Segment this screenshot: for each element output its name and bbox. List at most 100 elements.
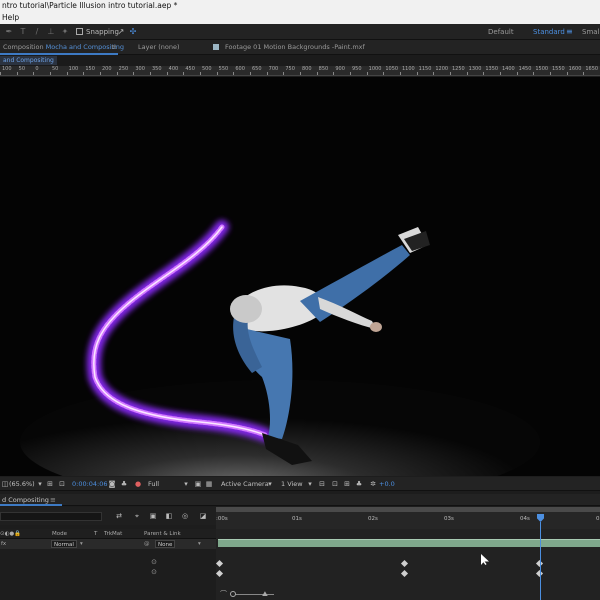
layer-search-input[interactable]: [0, 512, 102, 521]
tab-footage[interactable]: Footage 01 Motion Backgrounds -Paint.mxf: [225, 43, 365, 52]
zoom-in-icon[interactable]: ⛰: [262, 590, 268, 599]
parent-dropdown-icon[interactable]: ▾: [198, 540, 201, 548]
zoom-level[interactable]: (65.6%): [9, 479, 35, 489]
tab-layer[interactable]: Layer (none): [138, 43, 179, 52]
tab-composition-prefix: Composition: [3, 43, 44, 51]
work-area-bar[interactable]: [216, 507, 600, 512]
workspace-small[interactable]: Small: [582, 26, 600, 38]
layer-duration-bar[interactable]: [218, 539, 600, 547]
brush-tool-icon[interactable]: /: [32, 27, 42, 37]
ruler-tick: [450, 72, 451, 75]
color-channel-icon[interactable]: ●: [134, 480, 142, 488]
shy-layers-icon[interactable]: ▣: [148, 512, 158, 521]
puppet-tool-icon[interactable]: ✦: [60, 27, 70, 37]
safe-margins-icon[interactable]: ⊞: [46, 480, 54, 488]
parent-select[interactable]: None: [155, 540, 176, 548]
composition-mini-flowchart-icon[interactable]: ⇄: [114, 512, 124, 521]
ruler-tick: [350, 72, 351, 75]
ruler-label: 250: [118, 66, 129, 72]
frame-blending-icon[interactable]: ◧: [164, 512, 174, 521]
ruler-tick: [0, 72, 1, 75]
camera-dropdown-icon[interactable]: ▾: [266, 480, 274, 488]
motion-blur-icon[interactable]: ◎: [180, 512, 190, 521]
timeline-icon[interactable]: ⊞: [343, 480, 351, 488]
toggle-pixel-aspect-icon[interactable]: ⊟: [318, 480, 326, 488]
tab-composition[interactable]: Composition Mocha and Compositing: [3, 43, 124, 52]
zoom-slider-track[interactable]: [234, 594, 274, 595]
views-select[interactable]: 1 View: [281, 479, 303, 489]
menu-help[interactable]: Help: [2, 13, 19, 22]
region-of-interest-icon[interactable]: ▣: [194, 480, 202, 488]
composition-viewer[interactable]: [0, 77, 600, 476]
zoom-dropdown-icon[interactable]: ▾: [36, 480, 44, 488]
resolution-select[interactable]: Full: [148, 479, 159, 489]
viewer-frame: [0, 77, 600, 476]
stamp-tool-icon[interactable]: ⊥: [46, 27, 56, 37]
timeline-tabs: d Compositing ≡: [0, 494, 600, 506]
stopwatch-icon[interactable]: ⊙: [150, 558, 158, 566]
graph-editor-icon[interactable]: ◪: [198, 512, 208, 521]
composition-subtabs: and Compositing: [0, 55, 600, 66]
ruler-tick: [333, 72, 335, 75]
snap-grid-icon[interactable]: ✣: [128, 27, 138, 37]
pen-tool-icon[interactable]: ✒: [4, 27, 14, 37]
ruler-label: 1500: [535, 66, 549, 72]
exposure-value[interactable]: +0.0: [379, 479, 395, 489]
ruler-tick: [66, 72, 68, 75]
tab-menu-icon[interactable]: ≡: [111, 43, 117, 52]
type-tool-icon[interactable]: T: [18, 27, 28, 37]
ruler-tick: [150, 72, 151, 75]
snapshot-icon[interactable]: ◙: [108, 480, 116, 488]
draft-3d-icon[interactable]: ⌖: [132, 512, 142, 521]
blend-mode-select[interactable]: Normal: [51, 540, 77, 548]
ruler-tick: [200, 72, 201, 75]
views-dropdown-icon[interactable]: ▾: [306, 480, 314, 488]
panel-tabs: Composition Mocha and Compositing ≡ Laye…: [0, 40, 600, 55]
playhead-line[interactable]: [540, 522, 541, 600]
snapping-checkbox[interactable]: [76, 28, 83, 35]
timecode-display[interactable]: 0:00:04:06: [72, 479, 108, 489]
fast-previews-icon[interactable]: ⊡: [331, 480, 339, 488]
ruler-label: 1300: [468, 66, 482, 72]
time-ruler[interactable]: :00s 01s 02s 03s 04s 05: [216, 507, 600, 529]
show-snapshot-icon[interactable]: ♣: [120, 480, 128, 488]
av-switches-icon: ⊙◐●🔒: [0, 531, 22, 537]
ruler-label: 1150: [418, 66, 432, 72]
horizontal-ruler[interactable]: 100 50 0 50 100 150 200 250 300 350 400 450 500 550 60…: [0, 66, 600, 76]
grid-icon[interactable]: ⊡: [58, 480, 66, 488]
ruler-label: 1100: [402, 66, 415, 72]
workspace-menu-icon[interactable]: ≡: [566, 26, 573, 38]
snap-option-icon[interactable]: ↗: [116, 27, 126, 37]
time-label: 05: [596, 516, 600, 522]
tools-toolbar: ✒ T / ⊥ ✦ Snapping ↗ ✣ Default Standard …: [0, 24, 600, 40]
pick-whip-icon[interactable]: @: [144, 540, 150, 548]
current-time-indicator[interactable]: [537, 514, 544, 522]
exposure-reset-icon[interactable]: ✲: [369, 480, 377, 488]
ruler-tick: [166, 72, 168, 75]
keyframe[interactable]: [215, 569, 224, 578]
magnify-icon[interactable]: ◫: [1, 480, 9, 488]
ruler-tick: [300, 72, 301, 75]
keyframe[interactable]: [400, 569, 409, 578]
resolution-dropdown-icon[interactable]: ▾: [182, 480, 190, 488]
keyframe[interactable]: [215, 559, 224, 568]
transparency-grid-icon[interactable]: ▦: [205, 480, 213, 488]
zoom-out-icon[interactable]: ⌒: [220, 590, 227, 599]
ruler-label: 150: [85, 66, 95, 72]
camera-select[interactable]: Active Camera: [221, 479, 269, 489]
footage-color-swatch: [213, 44, 219, 50]
menu-bar: Help: [0, 12, 600, 24]
layer-row[interactable]: fx Normal ▾ @ None ▾: [0, 539, 216, 549]
fx-icon[interactable]: fx: [1, 540, 6, 548]
subtab-comp[interactable]: and Compositing: [0, 56, 57, 65]
workspace-standard[interactable]: Standard: [533, 26, 565, 38]
stopwatch-icon[interactable]: ⊙: [150, 568, 158, 576]
flowchart-icon[interactable]: ♣: [355, 480, 363, 488]
blend-mode-dropdown-icon[interactable]: ▾: [80, 540, 83, 548]
ruler-label: 0: [35, 66, 39, 72]
ruler-label: 1250: [452, 66, 465, 72]
keyframe[interactable]: [400, 559, 409, 568]
workspace-default[interactable]: Default: [488, 26, 514, 38]
zoom-slider-knob[interactable]: [230, 591, 236, 597]
ruler-label: 900: [335, 66, 345, 72]
